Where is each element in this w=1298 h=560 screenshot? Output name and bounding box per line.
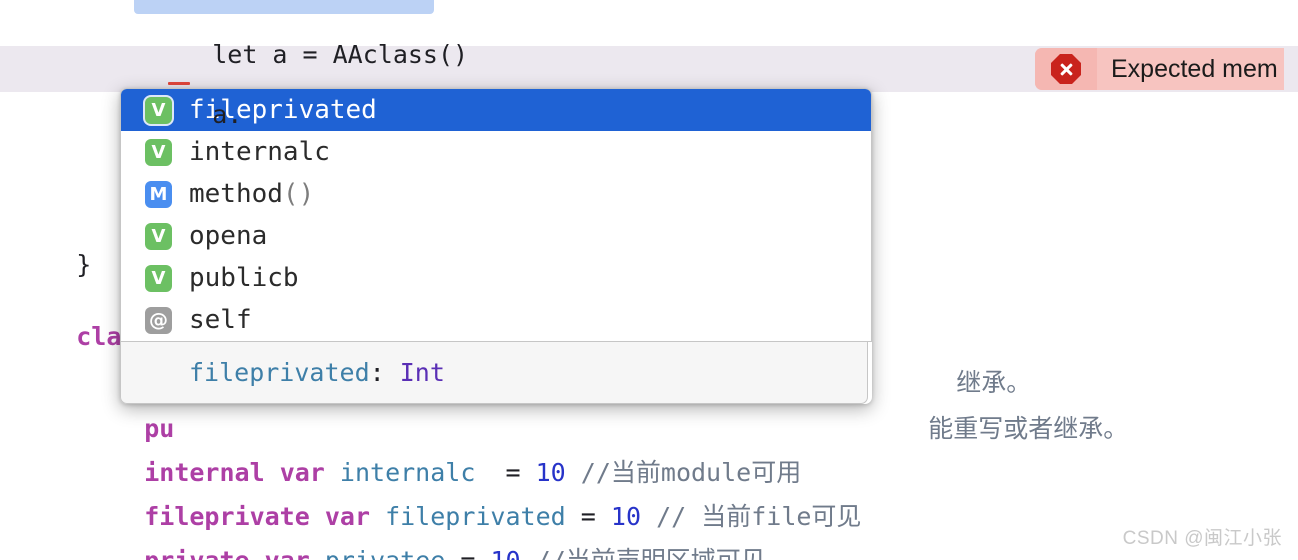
completion-item-label: publicb <box>189 263 299 293</box>
token-private-comment: //当前声明区域可见 <box>536 546 766 560</box>
code-line-fileprivate: fileprivate var fileprivated = 10 // 当前f… <box>0 448 1298 531</box>
completion-item-label-text: method <box>189 179 283 209</box>
token-private-keyword: private <box>144 546 249 560</box>
variable-icon: V <box>145 222 172 250</box>
variable-icon: V <box>145 264 172 292</box>
documentation-separator: : <box>369 358 400 387</box>
code-line-declaration: let a = AAclass() <box>0 0 1298 69</box>
completion-item-label: opena <box>189 221 268 251</box>
documentation-type: Int <box>399 358 445 387</box>
completion-item-label-parens: () <box>282 179 315 209</box>
completion-item-publicb[interactable]: V publicb <box>121 257 871 299</box>
token-private-equals: = <box>460 546 475 560</box>
completion-item-opena[interactable]: V opena <box>121 215 871 257</box>
documentation-signature: fileprivated: Int <box>189 358 445 387</box>
code-line-public-comment: 能重写或者继承。 <box>868 360 1298 443</box>
code-token-receiver-2: a <box>212 100 228 129</box>
token-private-identifier: privatee <box>325 546 445 560</box>
code-token-dot-2: . <box>227 100 243 129</box>
token-private-var: var <box>265 546 310 560</box>
completion-item-label: self <box>189 305 252 335</box>
completion-item-self[interactable]: @ self <box>121 299 871 341</box>
completion-item-method[interactable]: M method() <box>121 173 871 215</box>
code-line-private: private var privatee = 10 //当前声明区域可见 <box>0 492 1298 560</box>
code-line-internal: internal var internalc = 10 //当前module可用 <box>0 404 1298 487</box>
csdn-watermark: CSDN @闽江小张 <box>1122 528 1282 549</box>
code-line-open-comment: 继承。 <box>896 314 1298 397</box>
documentation-name: fileprivated <box>189 358 370 387</box>
completion-documentation-panel: fileprivated: Int <box>120 342 868 404</box>
code-line-cursor: a. <box>0 46 1298 129</box>
self-keyword-icon: @ <box>145 306 172 334</box>
completion-item-label: internalc <box>189 137 330 167</box>
token-private-number: 10 <box>490 546 520 560</box>
completion-item-label: method() <box>189 179 314 209</box>
method-icon: M <box>145 180 172 208</box>
